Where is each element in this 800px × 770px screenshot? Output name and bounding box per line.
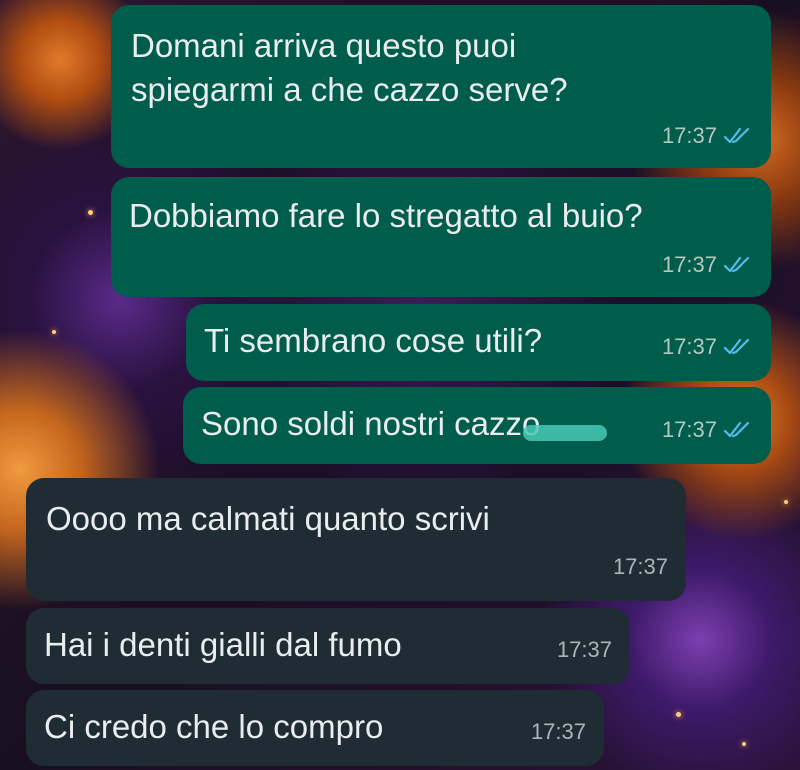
message-meta: 17:37 <box>662 242 753 287</box>
message-bubble-incoming[interactable]: Oooo ma calmati quanto scrivi 17:37 <box>26 478 686 601</box>
message-bubble-outgoing[interactable]: Dobbiamo fare lo stregatto al buio? 17:3… <box>111 177 771 297</box>
message-bubble-incoming[interactable]: Hai i denti gialli dal fumo 17:37 <box>26 608 630 684</box>
wallpaper-sparkle <box>676 712 681 717</box>
wallpaper-sparkle <box>88 210 93 215</box>
message-meta: 17:37 <box>557 627 612 672</box>
message-text-line: Ci credo che lo compro <box>44 708 384 745</box>
message-time: 17:37 <box>530 719 586 744</box>
message-time: 17:37 <box>661 334 717 359</box>
message-time: 17:37 <box>661 252 717 277</box>
message-text-line: Oooo ma calmati quanto scrivi <box>46 500 490 537</box>
double-check-icon <box>723 256 750 272</box>
message-text-line: Dobbiamo fare lo stregatto al buio? <box>129 197 643 234</box>
message-text-line: Ti sembrano cose utili? <box>204 322 543 359</box>
message-text-line: spiegarmi a che cazzo serve? <box>131 71 568 108</box>
message-text-line: Sono soldi nostri cazzo <box>201 405 541 442</box>
message-time: 17:37 <box>661 417 717 442</box>
message-meta: 17:37 <box>613 544 668 589</box>
message-bubble-outgoing[interactable]: Domani arriva questo puoi spiegarmi a ch… <box>111 5 771 168</box>
message-text-line: Hai i denti gialli dal fumo <box>44 626 402 663</box>
message-meta: 17:37 <box>531 709 586 754</box>
wallpaper-sparkle <box>742 742 746 746</box>
redaction-mark <box>523 425 607 441</box>
message-time: 17:37 <box>612 554 668 579</box>
double-check-icon <box>723 421 750 437</box>
message-time: 17:37 <box>556 637 612 662</box>
message-meta: 17:37 <box>662 324 753 369</box>
message-bubble-outgoing[interactable]: Ti sembrano cose utili? 17:37 <box>186 304 771 381</box>
double-check-icon <box>723 127 750 143</box>
message-text-line: Domani arriva questo puoi <box>131 27 517 64</box>
message-time: 17:37 <box>661 123 717 148</box>
double-check-icon <box>723 338 750 354</box>
wallpaper-sparkle <box>52 330 56 334</box>
wallpaper-sparkle <box>784 500 788 504</box>
message-bubble-incoming[interactable]: Ci credo che lo compro 17:37 <box>26 690 604 766</box>
message-meta: 17:37 <box>662 113 753 158</box>
message-bubble-outgoing[interactable]: Sono soldi nostri cazzo 17:37 <box>183 387 771 464</box>
message-meta: 17:37 <box>662 407 753 452</box>
